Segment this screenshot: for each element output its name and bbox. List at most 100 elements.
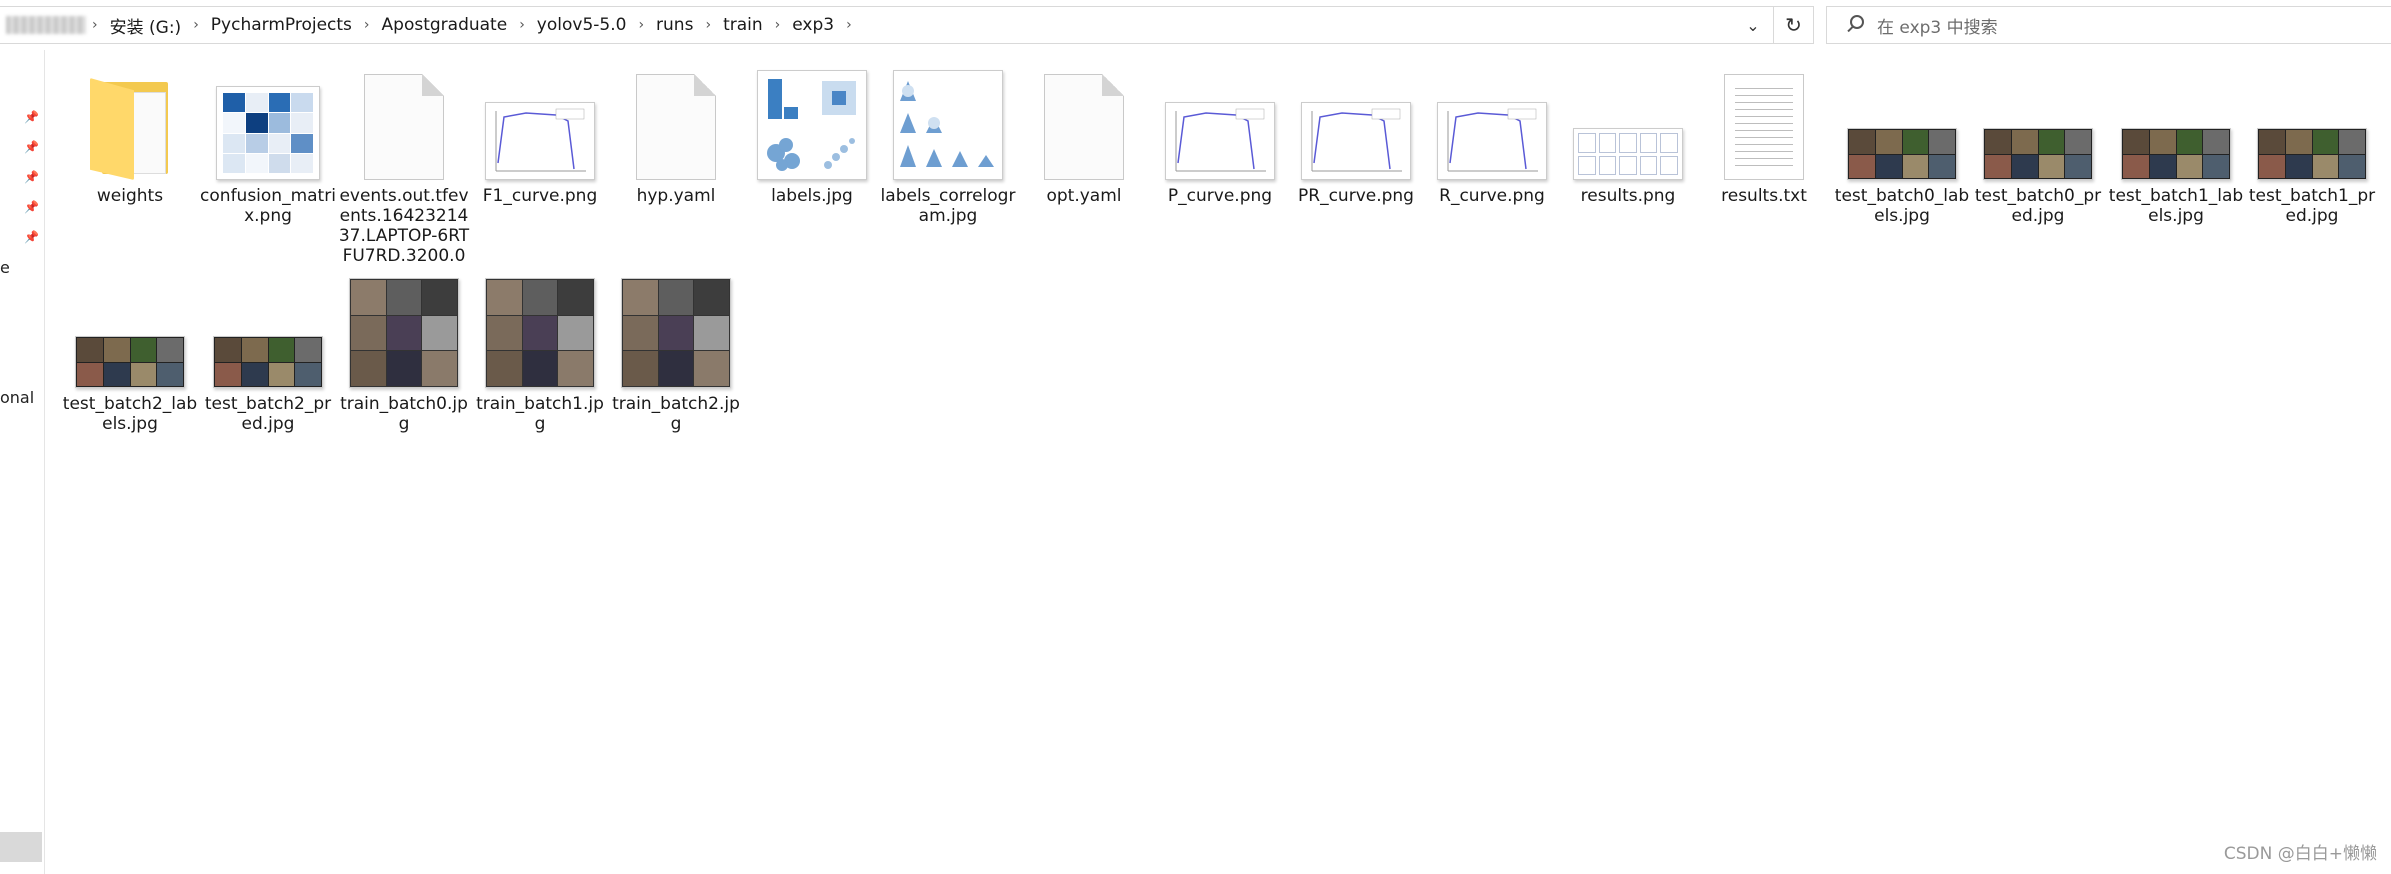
photo-grid-thumbnail xyxy=(1983,128,2093,180)
file-item[interactable]: results.txt xyxy=(1696,64,1832,206)
file-item[interactable]: results.png xyxy=(1560,64,1696,206)
labels-thumbnail xyxy=(757,70,867,180)
file-name: hyp.yaml xyxy=(636,186,716,206)
search-box[interactable]: 在 exp3 中搜索 xyxy=(1826,6,2391,44)
file-thumbnail xyxy=(744,64,880,180)
file-item[interactable]: test_batch0_pred.jpg xyxy=(1970,64,2106,226)
correlogram-thumbnail xyxy=(893,70,1003,180)
chevron-right-icon[interactable]: › xyxy=(358,17,376,33)
refresh-button[interactable]: ↻ xyxy=(1774,6,1814,44)
chevron-right-icon[interactable]: › xyxy=(699,17,717,33)
file-thumbnail xyxy=(336,64,472,180)
file-thumbnail xyxy=(880,64,1016,180)
breadcrumb-item-yolov5[interactable]: yolov5-5.0 xyxy=(531,15,633,35)
file-name: PR_curve.png xyxy=(1298,186,1414,206)
file-item[interactable]: F1_curve.png xyxy=(472,64,608,206)
file-name: confusion_matrix.png xyxy=(200,186,336,226)
photo-mosaic-thumbnail xyxy=(485,278,595,388)
file-item[interactable]: PR_curve.png xyxy=(1288,64,1424,206)
file-name: R_curve.png xyxy=(1439,186,1545,206)
file-thumbnail xyxy=(1016,64,1152,180)
file-item[interactable]: train_batch2.jpg xyxy=(608,272,744,434)
file-item[interactable]: test_batch1_labels.jpg xyxy=(2108,64,2244,226)
file-item[interactable]: R_curve.png xyxy=(1424,64,1560,206)
file-name: test_batch1_labels.jpg xyxy=(2108,186,2244,226)
address-bar[interactable]: › 安装 (G:) › PycharmProjects › Apostgradu… xyxy=(0,6,1774,44)
curve-chart-thumbnail xyxy=(485,102,595,180)
pin-icon: 📌 xyxy=(24,140,39,154)
photo-grid-thumbnail xyxy=(2121,128,2231,180)
curve-chart-thumbnail xyxy=(1165,102,1275,180)
photo-grid-thumbnail xyxy=(2257,128,2367,180)
nav-item-fragment[interactable]: e xyxy=(0,258,10,277)
breadcrumb-label: runs xyxy=(656,15,694,35)
file-name: F1_curve.png xyxy=(482,186,598,206)
breadcrumb-item-runs[interactable]: runs xyxy=(650,15,699,35)
breadcrumb-item-drive[interactable]: 安装 (G:) xyxy=(104,13,188,38)
breadcrumb-item-pycharmprojects[interactable]: PycharmProjects xyxy=(205,15,358,35)
file-thumbnail xyxy=(200,272,336,388)
file-name: train_batch1.jpg xyxy=(476,394,604,434)
chevron-right-icon[interactable]: › xyxy=(86,17,104,33)
photo-mosaic-thumbnail xyxy=(621,278,731,388)
breadcrumb-label: Apostgraduate xyxy=(381,15,508,35)
file-thumbnail xyxy=(472,64,608,180)
file-thumbnail xyxy=(1288,64,1424,180)
blurred-user-folder xyxy=(6,16,86,34)
address-history-button[interactable]: ⌄ xyxy=(1733,7,1773,43)
file-item[interactable]: train_batch1.jpg xyxy=(472,272,608,434)
file-item[interactable]: weights xyxy=(62,64,198,206)
file-thumbnail xyxy=(1424,64,1560,180)
breadcrumb-label: yolov5-5.0 xyxy=(536,15,627,35)
file-name: P_curve.png xyxy=(1167,186,1273,206)
chevron-right-icon[interactable]: › xyxy=(769,17,787,33)
file-name: results.png xyxy=(1580,186,1676,206)
file-thumbnail xyxy=(1560,64,1696,180)
file-item[interactable]: test_batch2_labels.jpg xyxy=(62,272,198,434)
file-item[interactable]: labels.jpg xyxy=(744,64,880,206)
breadcrumb-item-train[interactable]: train xyxy=(717,15,769,35)
refresh-icon: ↻ xyxy=(1785,13,1802,37)
file-item[interactable]: opt.yaml xyxy=(1016,64,1152,206)
photo-grid-thumbnail xyxy=(75,336,185,388)
search-icon xyxy=(1845,15,1865,35)
file-item[interactable]: train_batch0.jpg xyxy=(336,272,472,434)
breadcrumb-item-exp3[interactable]: exp3 xyxy=(786,15,840,35)
file-item[interactable]: events.out.tfevents.1642321437.LAPTOP-6R… xyxy=(336,64,472,266)
breadcrumb-label: PycharmProjects xyxy=(210,15,352,35)
chevron-right-icon[interactable]: › xyxy=(513,17,531,33)
file-thumbnail xyxy=(608,64,744,180)
toolbar: › 安装 (G:) › PycharmProjects › Apostgradu… xyxy=(0,0,2391,50)
file-name: events.out.tfevents.1642321437.LAPTOP-6R… xyxy=(338,186,470,266)
file-item[interactable]: labels_correlogram.jpg xyxy=(880,64,1016,226)
file-name: train_batch0.jpg xyxy=(340,394,468,434)
chevron-right-icon[interactable]: › xyxy=(187,17,205,33)
file-name: labels.jpg xyxy=(771,186,853,206)
photo-mosaic-thumbnail xyxy=(349,278,459,388)
search-input[interactable]: 在 exp3 中搜索 xyxy=(1877,13,1998,38)
file-thumbnail xyxy=(1696,64,1832,180)
pin-icon: 📌 xyxy=(24,200,39,214)
chevron-down-icon: ⌄ xyxy=(1746,15,1760,35)
pin-icon: 📌 xyxy=(24,230,39,244)
file-name: test_batch0_pred.jpg xyxy=(1974,186,2102,226)
chevron-right-icon[interactable]: › xyxy=(840,17,858,33)
nav-item-fragment[interactable]: onal xyxy=(0,388,34,407)
file-thumbnail xyxy=(62,272,198,388)
file-thumbnail xyxy=(62,64,198,180)
chevron-right-icon[interactable]: › xyxy=(632,17,650,33)
file-item[interactable]: hyp.yaml xyxy=(608,64,744,206)
text-file-icon xyxy=(1724,74,1804,180)
breadcrumb-item-apostgraduate[interactable]: Apostgraduate xyxy=(376,15,514,35)
nav-item-selected[interactable] xyxy=(0,832,42,862)
blank-file-icon xyxy=(1044,74,1124,180)
file-name: train_batch2.jpg xyxy=(612,394,740,434)
file-item[interactable]: test_batch2_pred.jpg xyxy=(200,272,336,434)
pin-icon: 📌 xyxy=(24,170,39,184)
file-item[interactable]: P_curve.png xyxy=(1152,64,1288,206)
file-item[interactable]: confusion_matrix.png xyxy=(200,64,336,226)
file-item[interactable]: test_batch1_pred.jpg xyxy=(2244,64,2380,226)
file-thumbnail xyxy=(2108,64,2244,180)
file-name: results.txt xyxy=(1721,186,1807,206)
file-item[interactable]: test_batch0_labels.jpg xyxy=(1834,64,1970,226)
